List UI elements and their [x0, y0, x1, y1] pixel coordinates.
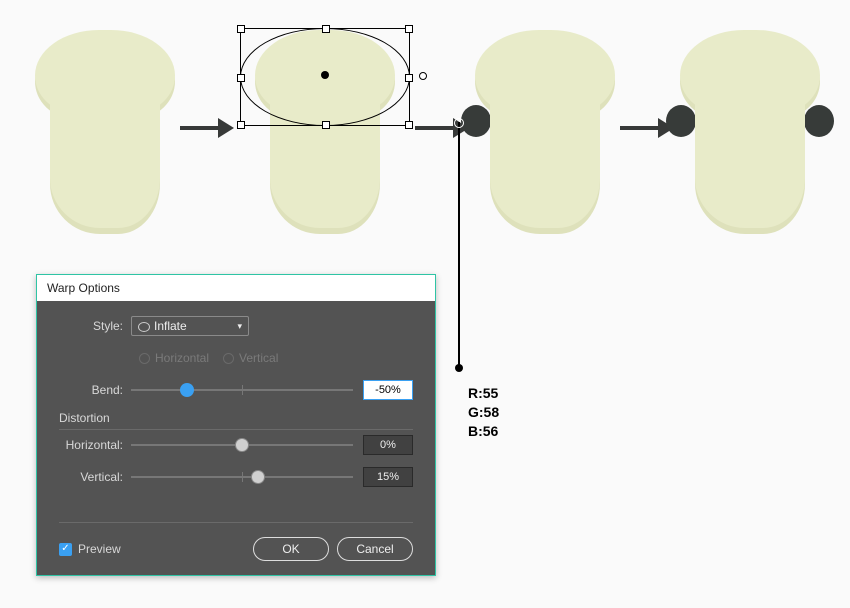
dialog-body: Style: Inflate ▾ Horizontal Vertical Ben…	[37, 301, 435, 488]
step-4-shape	[680, 30, 820, 225]
style-value: Inflate	[154, 319, 187, 333]
dist-v-slider[interactable]	[131, 467, 353, 487]
handle-ne[interactable]	[405, 25, 413, 33]
slider-thumb[interactable]	[180, 383, 194, 397]
preview-label: Preview	[78, 542, 121, 556]
rgb-b: B:56	[468, 422, 499, 441]
tutorial-steps	[35, 30, 820, 225]
left-ear	[666, 105, 696, 137]
handle-e[interactable]	[405, 74, 413, 82]
cap	[475, 30, 615, 112]
step-3-shape	[475, 30, 615, 225]
dist-h-value-input[interactable]: 0%	[363, 435, 413, 455]
cap	[35, 30, 175, 112]
slider-thumb[interactable]	[235, 438, 249, 452]
radio-dot	[139, 353, 150, 364]
rgb-readout: R:55 G:58 B:56	[468, 384, 499, 441]
left-ear	[461, 105, 491, 137]
ok-button[interactable]: OK	[253, 537, 329, 561]
callout-line	[458, 122, 460, 368]
step-2-shape	[240, 30, 410, 225]
warp-options-dialog: Warp Options Style: Inflate ▾ Horizontal…	[36, 274, 436, 576]
orientation-row: Horizontal Vertical	[59, 347, 413, 369]
callout-end	[455, 364, 463, 372]
distortion-head: Distortion	[59, 411, 413, 430]
radio-horizontal[interactable]: Horizontal	[139, 351, 209, 365]
dialog-title: Warp Options	[37, 275, 435, 301]
handle-w[interactable]	[237, 74, 245, 82]
dist-h-label: Horizontal:	[59, 438, 131, 452]
bend-slider[interactable]	[131, 380, 353, 400]
handle-se[interactable]	[405, 121, 413, 129]
bend-value-input[interactable]: -50%	[363, 380, 413, 400]
style-select[interactable]: Inflate ▾	[131, 316, 249, 336]
radio-vertical[interactable]: Vertical	[223, 351, 278, 365]
style-label: Style:	[59, 319, 131, 333]
cap	[680, 30, 820, 112]
dist-v-value-input[interactable]: 15%	[363, 467, 413, 487]
radio-horizontal-label: Horizontal	[155, 351, 209, 365]
step-1-shape	[35, 30, 175, 225]
side-widget[interactable]	[419, 72, 427, 80]
right-ear	[804, 105, 834, 137]
callout-origin	[454, 118, 464, 128]
handle-sw[interactable]	[237, 121, 245, 129]
inflate-icon	[138, 322, 150, 332]
preview-checkbox[interactable]: ✓ Preview	[59, 542, 245, 556]
slider-thumb[interactable]	[251, 470, 265, 484]
style-row: Style: Inflate ▾	[59, 315, 413, 337]
arrow-icon	[180, 118, 235, 138]
chevron-down-icon: ▾	[237, 321, 242, 332]
cancel-button[interactable]: Cancel	[337, 537, 413, 561]
dist-h-slider[interactable]	[131, 435, 353, 455]
dist-horizontal-row: Horizontal: 0%	[59, 434, 413, 456]
radio-dot	[223, 353, 234, 364]
bend-label: Bend:	[59, 383, 131, 397]
dialog-footer: ✓ Preview OK Cancel	[59, 522, 413, 561]
dist-vertical-row: Vertical: 15%	[59, 466, 413, 488]
check-icon: ✓	[59, 543, 72, 556]
rgb-g: G:58	[468, 403, 499, 422]
handle-nw[interactable]	[237, 25, 245, 33]
rgb-r: R:55	[468, 384, 499, 403]
dist-v-label: Vertical:	[59, 470, 131, 484]
cap	[255, 30, 395, 112]
bend-row: Bend: -50%	[59, 379, 413, 401]
radio-vertical-label: Vertical	[239, 351, 278, 365]
